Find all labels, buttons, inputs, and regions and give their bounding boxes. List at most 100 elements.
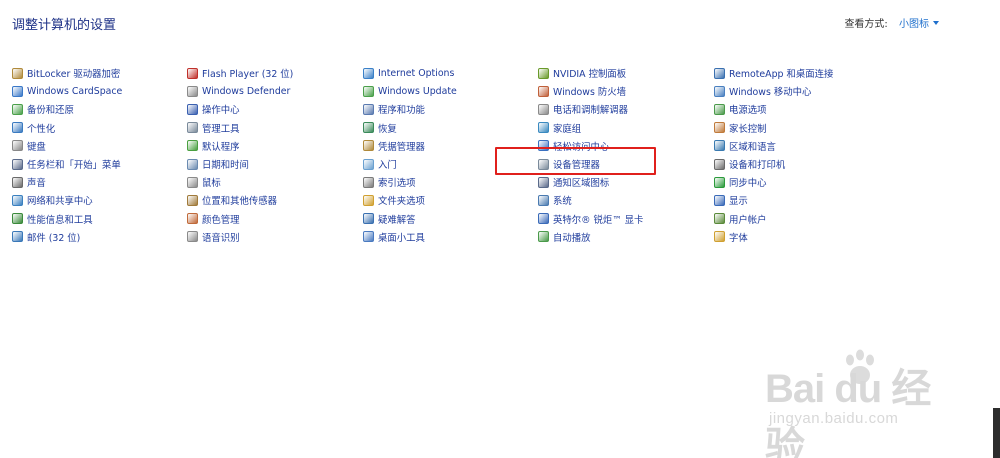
control-panel-link[interactable]: 任务栏和「开始」菜单	[12, 155, 182, 173]
control-panel-link-label: 位置和其他传感器	[202, 196, 278, 208]
backup-icon	[12, 103, 23, 115]
control-panel-link-label: 备份和还原	[27, 105, 74, 117]
flash-icon	[187, 67, 198, 79]
color-mgmt-icon	[187, 213, 198, 225]
view-by-dropdown[interactable]: 小图标	[899, 19, 939, 30]
control-panel-link[interactable]: 语音识别	[187, 228, 357, 246]
control-panel-link-label: 系统	[553, 196, 572, 208]
control-panel-link[interactable]: 字体	[714, 228, 884, 246]
control-panel-link[interactable]: Windows Defender	[187, 82, 357, 100]
watermark-url: jingyan.baidu.com	[769, 410, 899, 427]
control-panel-link[interactable]: 电话和调制解调器	[538, 100, 708, 118]
parental-icon	[714, 122, 725, 134]
control-panel-link[interactable]: 显示	[714, 191, 884, 209]
control-panel-link-label: 语音识别	[202, 232, 240, 244]
control-panel-link[interactable]: Windows 移动中心	[714, 82, 884, 100]
control-panel-link[interactable]: 个性化	[12, 119, 182, 137]
control-panel-link[interactable]: 家庭组	[538, 119, 708, 137]
control-panel-link[interactable]: 默认程序	[187, 137, 357, 155]
control-panel-link-label: 操作中心	[202, 105, 240, 117]
control-panel-link[interactable]: NVIDIA 控制面板	[538, 64, 708, 82]
control-panel-link-label: RemoteApp 和桌面连接	[729, 69, 834, 81]
control-panel-link-label: Internet Options	[378, 67, 455, 79]
control-panel-link[interactable]: 桌面小工具	[363, 228, 533, 246]
control-panel-link-label: Flash Player (32 位)	[202, 69, 294, 81]
control-panel-link[interactable]: 网络和共享中心	[12, 191, 182, 209]
item-column: RemoteApp 和桌面连接 Windows 移动中心 电源选项 家长控制区域和语言…	[714, 64, 884, 246]
control-panel-link[interactable]: 恢复	[363, 119, 533, 137]
control-panel-link[interactable]: Flash Player (32 位)	[187, 64, 357, 82]
control-panel-link-label: Windows 防火墙	[553, 87, 626, 99]
control-panel-link[interactable]: RemoteApp 和桌面连接	[714, 64, 884, 82]
homegroup-icon	[538, 122, 549, 134]
control-panel-link[interactable]: 索引选项	[363, 173, 533, 191]
control-panel-link[interactable]: Windows 防火墙	[538, 82, 708, 100]
control-panel-link-label: 任务栏和「开始」菜单	[27, 160, 121, 172]
control-panel-link-label: NVIDIA 控制面板	[553, 69, 627, 81]
control-panel-link-label: 声音	[27, 178, 46, 190]
control-panel-link[interactable]: 同步中心	[714, 173, 884, 191]
sensor-icon	[187, 194, 198, 206]
control-panel-link[interactable]: 备份和还原	[12, 100, 182, 118]
control-panel-link[interactable]: 颜色管理	[187, 210, 357, 228]
control-panel-link[interactable]: 自动播放	[538, 228, 708, 246]
control-panel-link[interactable]: 操作中心	[187, 100, 357, 118]
item-column: BitLocker 驱动器加密 Windows CardSpace 备份和还原个性化…	[12, 64, 182, 246]
control-panel-link[interactable]: 键盘	[12, 137, 182, 155]
recovery-icon	[363, 122, 374, 134]
remoteapp-icon	[714, 67, 725, 79]
control-panel-link[interactable]: 疑难解答	[363, 210, 533, 228]
control-panel-link-label: 区域和语言	[729, 141, 776, 153]
control-panel-link-label: 日期和时间	[202, 160, 249, 172]
control-panel-link-label: 同步中心	[729, 178, 767, 190]
control-panel-link-label: 个性化	[27, 123, 56, 135]
keyboard-icon	[12, 140, 23, 152]
control-panel-link[interactable]: 位置和其他传感器	[187, 191, 357, 209]
control-panel-link[interactable]: 区域和语言	[714, 137, 884, 155]
control-panel-link-label: Windows Defender	[202, 85, 291, 97]
control-panel-link-label: Windows Update	[378, 85, 457, 97]
control-panel-link[interactable]: 管理工具	[187, 119, 357, 137]
control-panel-link[interactable]: 用户帐户	[714, 210, 884, 228]
control-panel-link-label: 管理工具	[202, 123, 240, 135]
printer-icon	[714, 158, 725, 170]
defender-icon	[187, 85, 198, 97]
region-icon	[714, 140, 725, 152]
control-panel-link[interactable]: 家长控制	[714, 119, 884, 137]
user-icon	[714, 213, 725, 225]
control-panel-link[interactable]: BitLocker 驱动器加密	[12, 64, 182, 82]
control-panel-link[interactable]: 性能信息和工具	[12, 210, 182, 228]
windows-update-icon	[363, 85, 374, 97]
control-panel-link[interactable]: 鼠标	[187, 173, 357, 191]
control-panel-link[interactable]: Internet Options	[363, 64, 533, 82]
notification-icon	[538, 176, 549, 188]
control-panel-link-label: 英特尔® 锐炬™ 显卡	[553, 214, 644, 226]
control-panel-link[interactable]: 通知区域图标	[538, 173, 708, 191]
view-by-control: 查看方式: 小图标	[844, 15, 939, 30]
power-icon	[714, 103, 725, 115]
control-panel-link[interactable]: 声音	[12, 173, 182, 191]
watermark-brand: Bai du 经验	[765, 367, 931, 458]
control-panel-link[interactable]: 邮件 (32 位)	[12, 228, 182, 246]
phone-icon	[538, 103, 549, 115]
cardspace-icon	[12, 85, 23, 97]
control-panel-link[interactable]: 系统	[538, 191, 708, 209]
control-panel-link-label: BitLocker 驱动器加密	[27, 69, 121, 81]
control-panel-link[interactable]: Windows Update	[363, 82, 533, 100]
item-column: Flash Player (32 位) Windows Defender 操作中心管…	[187, 64, 357, 246]
control-panel-link[interactable]: 设备和打印机	[714, 155, 884, 173]
control-panel-link[interactable]: 英特尔® 锐炬™ 显卡	[538, 210, 708, 228]
view-by-value: 小图标	[899, 19, 929, 30]
control-panel-link[interactable]: 电源选项	[714, 100, 884, 118]
network-icon	[12, 194, 23, 206]
default-programs-icon	[187, 140, 198, 152]
font-icon	[714, 231, 725, 243]
control-panel-link[interactable]: Windows CardSpace	[12, 82, 182, 100]
control-panel-link[interactable]: 程序和功能	[363, 100, 533, 118]
clock-icon	[187, 158, 198, 170]
control-panel-link[interactable]: 日期和时间	[187, 155, 357, 173]
intel-graphics-icon	[538, 213, 549, 225]
control-panel-link[interactable]: 文件夹选项	[363, 191, 533, 209]
firewall-icon	[538, 85, 549, 97]
scrollbar-edge[interactable]	[993, 408, 1000, 458]
